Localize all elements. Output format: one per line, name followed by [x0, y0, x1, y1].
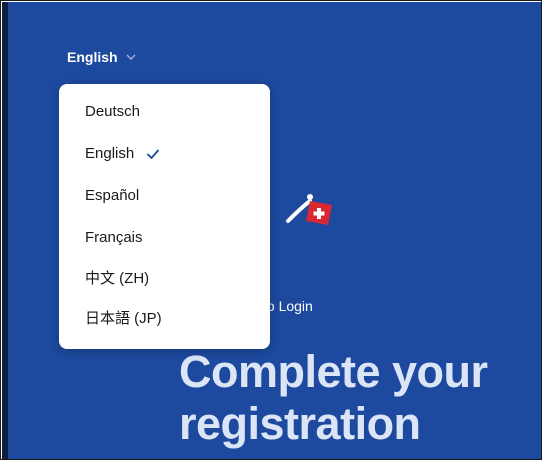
language-option-label: Français: [85, 229, 143, 246]
language-option-deutsch[interactable]: Deutsch: [85, 103, 140, 120]
language-selector-label: English: [67, 49, 118, 65]
language-option-label: Español: [85, 187, 140, 204]
back-to-login-link[interactable]: to Login: [263, 298, 313, 314]
app-window: English to Login Complete your registrat…: [0, 0, 542, 460]
left-edge-strip: [2, 2, 8, 459]
language-option-label: English: [85, 145, 135, 162]
chevron-down-icon: [126, 53, 136, 63]
checkmark-icon: [146, 147, 160, 161]
language-option-espanol[interactable]: Español: [85, 187, 139, 204]
page-title-line-1: Complete your: [179, 346, 488, 397]
language-option-label: 中文 (ZH): [85, 270, 150, 287]
language-option-japanese[interactable]: 日本語 (JP): [85, 307, 162, 328]
language-dropdown-menu: Deutsch English Español Français 中文 (ZH)…: [59, 84, 270, 349]
language-option-english[interactable]: English: [85, 145, 160, 162]
brand-logo: [268, 191, 332, 225]
language-option-label: Deutsch: [85, 103, 141, 120]
page-title: Complete your registration: [179, 346, 488, 450]
language-option-label: 日本語 (JP): [85, 310, 162, 327]
page-title-line-2: registration: [179, 398, 421, 449]
language-selector[interactable]: English: [67, 49, 136, 65]
language-option-francais[interactable]: Français: [85, 229, 143, 246]
language-option-chinese[interactable]: 中文 (ZH): [85, 267, 149, 288]
